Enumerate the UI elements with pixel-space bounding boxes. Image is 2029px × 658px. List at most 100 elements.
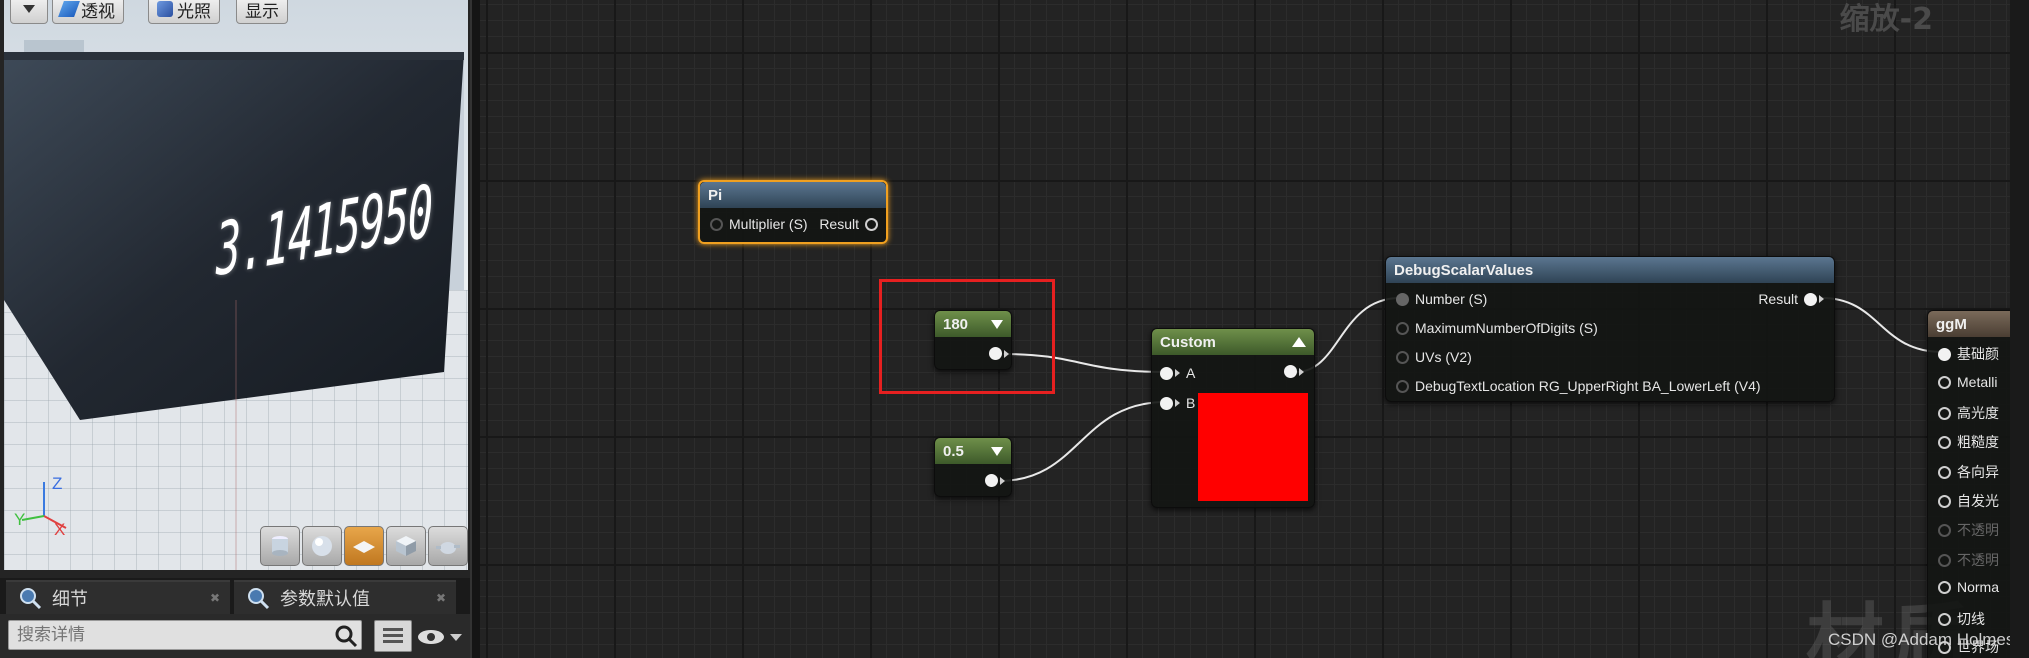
debug-result-pin[interactable]: Result xyxy=(1758,291,1824,307)
custom-node-title: Custom xyxy=(1160,333,1216,351)
input-pin-icon xyxy=(1938,580,1951,594)
debug-max-digits-pin[interactable]: MaximumNumberOfDigits (S) xyxy=(1396,320,1598,336)
collapse-icon[interactable] xyxy=(991,319,1003,329)
material-base-color-pin[interactable]: 基础颜 xyxy=(1938,344,1999,364)
material-opacity-mask-pin[interactable]: 不透明 xyxy=(1938,550,1999,570)
output-pin-icon xyxy=(865,217,878,231)
input-pin-icon xyxy=(1938,347,1951,361)
material-specular-pin[interactable]: 高光度 xyxy=(1938,403,1999,423)
output-pin-icon xyxy=(1284,365,1297,378)
debug-scalar-values-node[interactable]: DebugScalarValues Number (S) MaximumNumb… xyxy=(1385,256,1835,402)
pi-result-pin[interactable]: Result xyxy=(819,216,878,232)
details-search-input[interactable] xyxy=(8,620,362,650)
search-icon[interactable] xyxy=(334,624,358,648)
material-opacity-pin[interactable]: 不透明 xyxy=(1938,520,1999,540)
pi-multiplier-label: Multiplier (S) xyxy=(729,216,808,232)
cube-preview-button[interactable] xyxy=(386,526,426,566)
collapse-icon[interactable] xyxy=(991,446,1003,456)
custom-node[interactable]: Custom A B xyxy=(1151,328,1315,508)
input-pin-icon xyxy=(1938,465,1951,479)
material-anisotropy-pin[interactable]: 各向异 xyxy=(1938,462,1999,482)
constant-0-5-output-pin[interactable] xyxy=(985,474,1005,487)
material-graph-canvas[interactable]: 缩放-2 材质 Pi Multiplier (S) Result 180 0.5 xyxy=(480,0,2029,658)
debug-number-pin[interactable]: Number (S) xyxy=(1396,291,1487,307)
material-metallic-pin[interactable]: Metalli xyxy=(1938,374,1997,390)
constant-180-header: 180 xyxy=(935,311,1011,337)
details-search-icon xyxy=(20,588,42,610)
cylinder-icon xyxy=(272,536,288,556)
axis-y-label: Y xyxy=(14,510,26,529)
material-input-label: 不透明 xyxy=(1957,522,1999,538)
close-icon[interactable]: ✖ xyxy=(210,591,220,605)
pin-arrow-icon xyxy=(1819,295,1824,303)
pin-arrow-icon xyxy=(1000,476,1005,485)
show-button[interactable]: 显示 xyxy=(236,0,288,24)
input-pin-icon xyxy=(1396,321,1409,335)
custom-input-b-label: B xyxy=(1186,395,1196,411)
custom-input-a-pin[interactable]: A xyxy=(1160,365,1195,381)
input-pin-icon xyxy=(1396,350,1409,364)
pin-arrow-icon xyxy=(1004,349,1009,358)
debug-uvs-label: UVs (V2) xyxy=(1415,349,1472,365)
preview-viewport[interactable]: 3.1415950 透视 光照 显示 Z Y X xyxy=(4,0,468,570)
material-normal-pin[interactable]: Norma xyxy=(1938,579,1999,595)
pi-multiplier-pin[interactable]: Multiplier (S) xyxy=(710,216,808,232)
sphere-preview-button[interactable] xyxy=(302,526,342,566)
cylinder-preview-button[interactable] xyxy=(260,526,300,566)
collapse-icon[interactable] xyxy=(1292,337,1306,347)
material-tangent-pin[interactable]: 切线 xyxy=(1938,609,1985,629)
custom-output-pin[interactable] xyxy=(1284,365,1304,378)
visibility-options-button[interactable] xyxy=(416,624,466,650)
tab-details[interactable]: 细节 ✖ xyxy=(6,580,230,614)
input-pin-icon xyxy=(710,217,723,231)
material-input-label: 高光度 xyxy=(1957,405,1999,421)
debug-node-title: DebugScalarValues xyxy=(1386,257,1834,283)
details-search-row xyxy=(0,614,470,658)
list-icon xyxy=(383,628,403,643)
material-input-label: 切线 xyxy=(1957,611,1985,627)
debug-text-location-pin[interactable]: DebugTextLocation RG_UpperRight BA_Lower… xyxy=(1396,378,1761,394)
perspective-icon xyxy=(58,1,80,17)
input-pin-icon xyxy=(1396,379,1409,393)
tab-parameter-defaults[interactable]: 参数默认值 ✖ xyxy=(234,580,456,614)
tab-details-label: 细节 xyxy=(52,589,88,610)
close-icon[interactable]: ✖ xyxy=(436,591,446,605)
pi-node[interactable]: Pi Multiplier (S) Result xyxy=(698,180,888,244)
debug-uvs-pin[interactable]: UVs (V2) xyxy=(1396,349,1472,365)
lighting-button[interactable]: 光照 xyxy=(148,0,220,24)
wire-result-to-basecolor xyxy=(1821,297,1943,353)
constant-180-output-pin[interactable] xyxy=(989,347,1009,360)
plane-preview-button[interactable] xyxy=(344,526,384,566)
debug-max-digits-label: MaximumNumberOfDigits (S) xyxy=(1415,320,1598,336)
pi-result-label: Result xyxy=(819,216,859,232)
chevron-down-icon xyxy=(450,633,462,641)
property-matrix-button[interactable] xyxy=(374,620,412,652)
input-pin-icon xyxy=(1938,612,1951,626)
teapot-preview-button[interactable] xyxy=(428,526,468,566)
pin-arrow-icon xyxy=(1175,399,1180,407)
input-pin-icon xyxy=(1938,494,1951,508)
custom-input-b-pin[interactable]: B xyxy=(1160,395,1195,411)
panel-splitter[interactable] xyxy=(470,0,480,658)
input-pin-icon xyxy=(1160,366,1173,380)
input-pin-icon xyxy=(1938,375,1951,389)
constant-180-node[interactable]: 180 xyxy=(934,310,1012,370)
material-emissive-pin[interactable]: 自发光 xyxy=(1938,491,1999,511)
material-roughness-pin[interactable]: 粗糙度 xyxy=(1938,432,1999,452)
teapot-icon xyxy=(436,542,460,554)
lighting-icon xyxy=(157,1,173,17)
viewport-menu-button[interactable] xyxy=(10,0,48,24)
cube-icon xyxy=(396,536,416,556)
input-pin-icon xyxy=(1938,435,1951,449)
constant-180-value: 180 xyxy=(943,315,969,333)
perspective-button[interactable]: 透视 xyxy=(52,0,124,24)
pin-arrow-icon xyxy=(1299,367,1304,376)
preview-shape-buttons xyxy=(260,526,468,566)
credit-text: CSDN @Addam Holmes xyxy=(1828,630,2015,649)
material-input-label: Norma xyxy=(1957,579,2000,595)
parameter-search-icon xyxy=(248,588,270,610)
plane-icon xyxy=(353,541,375,553)
axis-z-label: Z xyxy=(52,474,63,493)
input-pin-icon xyxy=(1938,523,1951,537)
constant-0-5-node[interactable]: 0.5 xyxy=(934,437,1012,497)
